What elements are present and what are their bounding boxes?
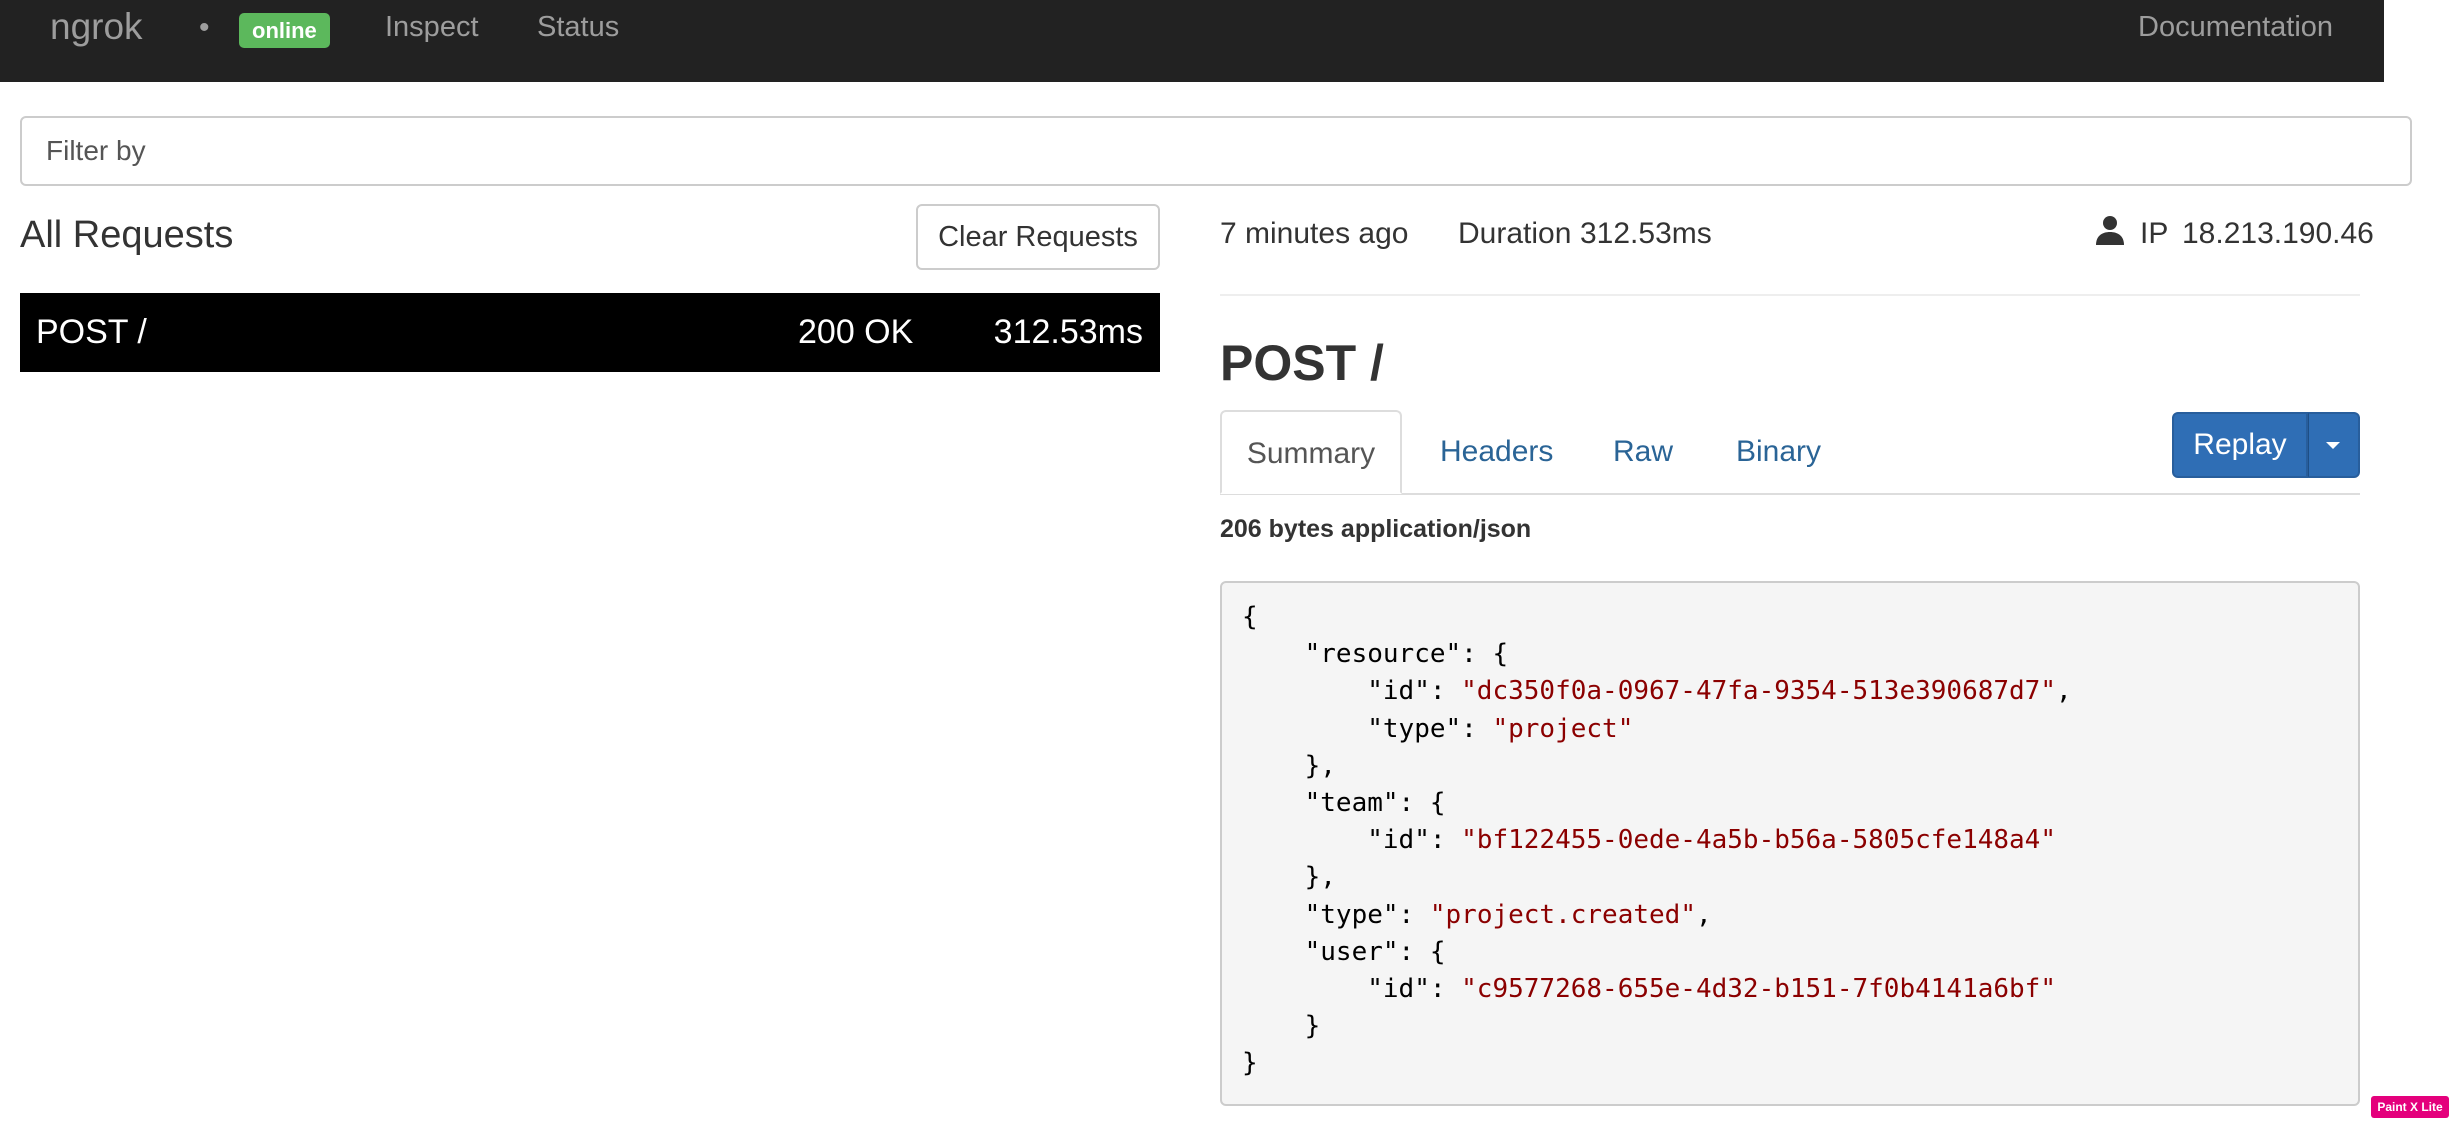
- json-body: { "resource": { "id": "dc350f0a-0967-47f…: [1220, 581, 2360, 1106]
- detail-title: POST /: [1220, 335, 1384, 391]
- brand-logo[interactable]: ngrok: [50, 4, 143, 50]
- json-token: "id":: [1367, 973, 1462, 1004]
- duration-value: 312.53ms: [1580, 217, 1712, 250]
- request-duration: 312.53ms: [993, 313, 1143, 351]
- json-line: "type": "project": [1242, 711, 2338, 748]
- json-string-value: "project.created": [1429, 899, 1696, 930]
- json-line: "id": "bf122455-0ede-4a5b-b56a-5805cfe14…: [1242, 822, 2338, 859]
- json-token: "type":: [1304, 899, 1430, 930]
- json-line: {: [1242, 599, 2338, 636]
- json-string-value: "dc350f0a-0967-47fa-9354-513e390687d7": [1461, 676, 2056, 707]
- caret-down-icon: [2326, 442, 2340, 449]
- json-line: }: [1242, 1045, 2338, 1082]
- json-token: "resource": {: [1304, 639, 1509, 670]
- requests-title: All Requests: [20, 214, 234, 256]
- json-token: "id":: [1367, 676, 1462, 707]
- tab-headers[interactable]: Headers: [1440, 410, 1553, 494]
- tab-binary[interactable]: Binary: [1736, 410, 1821, 494]
- json-string-value: "project": [1492, 713, 1634, 744]
- request-method-path: POST /: [36, 313, 147, 351]
- request-time-ago: 7 minutes ago: [1220, 217, 1409, 250]
- json-token: ,: [1695, 899, 1712, 930]
- filter-input[interactable]: [20, 116, 2412, 186]
- json-token: "id":: [1367, 825, 1462, 856]
- json-token: "team": {: [1304, 787, 1446, 818]
- nav-documentation-link[interactable]: Documentation: [2138, 7, 2333, 47]
- paint-x-lite-watermark: Paint X Lite: [2371, 1096, 2449, 1118]
- nav-inspect-link[interactable]: Inspect: [385, 7, 479, 47]
- tab-summary[interactable]: Summary: [1220, 410, 1402, 494]
- duration-label: Duration: [1458, 217, 1572, 250]
- detail-divider: [1220, 294, 2360, 296]
- json-token: },: [1304, 862, 1336, 893]
- replay-button[interactable]: Replay: [2172, 412, 2308, 478]
- user-icon: [2094, 214, 2126, 246]
- request-row[interactable]: POST / 200 OK 312.53ms: [20, 293, 1160, 372]
- json-token: {: [1242, 602, 1258, 632]
- json-token: "type":: [1367, 713, 1493, 744]
- nav-status-link[interactable]: Status: [537, 7, 619, 47]
- top-navbar: ngrok • online Inspect Status Documentat…: [0, 0, 2384, 82]
- json-string-value: "c9577268-655e-4d32-b151-7f0b4141a6bf": [1461, 973, 2056, 1004]
- json-token: }: [1304, 1011, 1321, 1042]
- json-token: "user": {: [1304, 936, 1446, 967]
- body-size-type: 206 bytes application/json: [1220, 515, 1532, 543]
- status-badge: online: [239, 13, 330, 48]
- ip-value: 18.213.190.46: [2182, 217, 2374, 250]
- ip-label: IP: [2140, 217, 2169, 250]
- json-line: }: [1242, 1008, 2338, 1045]
- nav-separator: •: [199, 11, 210, 44]
- json-line: "type": "project.created",: [1242, 897, 2338, 934]
- request-status: 200 OK: [798, 313, 914, 351]
- tab-raw[interactable]: Raw: [1613, 410, 1673, 494]
- json-token: }: [1242, 1048, 1258, 1079]
- replay-dropdown-toggle[interactable]: [2308, 412, 2360, 478]
- clear-requests-button[interactable]: Clear Requests: [916, 204, 1160, 270]
- json-line: "id": "c9577268-655e-4d32-b151-7f0b4141a…: [1242, 971, 2338, 1008]
- json-token: ,: [2055, 676, 2072, 707]
- json-line: "user": {: [1242, 934, 2338, 971]
- json-line: },: [1242, 748, 2338, 785]
- json-string-value: "bf122455-0ede-4a5b-b56a-5805cfe148a4": [1461, 825, 2056, 856]
- json-line: "resource": {: [1242, 636, 2338, 673]
- json-line: "team": {: [1242, 785, 2338, 822]
- json-line: },: [1242, 859, 2338, 896]
- json-line: "id": "dc350f0a-0967-47fa-9354-513e39068…: [1242, 673, 2338, 710]
- json-token: },: [1304, 750, 1336, 781]
